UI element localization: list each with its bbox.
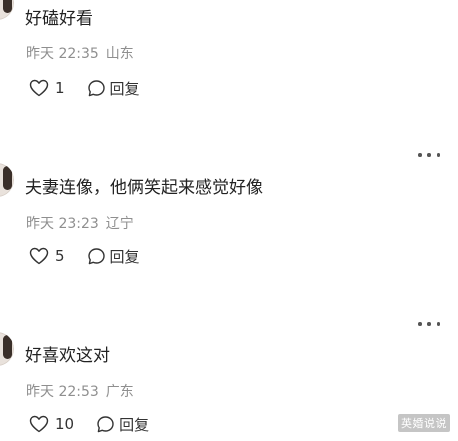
comment-text: 好磕好看 bbox=[25, 9, 93, 29]
comment-text: 好喜欢这对 bbox=[25, 346, 110, 366]
comment-location: 辽宁 bbox=[105, 216, 134, 232]
comment-actions: 10 回复 bbox=[29, 414, 149, 434]
heart-icon bbox=[29, 415, 49, 433]
reply-label: 回复 bbox=[109, 79, 140, 98]
comment-meta: 昨天 23:23 辽宁 bbox=[26, 215, 134, 233]
more-options-icon[interactable] bbox=[418, 150, 440, 160]
like-count: 10 bbox=[55, 415, 75, 433]
reply-label: 回复 bbox=[109, 247, 140, 266]
avatar[interactable] bbox=[0, 0, 14, 20]
comment-meta: 昨天 22:35 山东 bbox=[26, 45, 134, 63]
reply-button[interactable]: 回复 bbox=[87, 78, 140, 99]
watermark: 英婚说说 bbox=[398, 414, 450, 432]
avatar[interactable] bbox=[0, 163, 14, 197]
comment-time: 昨天 22:53 bbox=[26, 384, 99, 400]
comment-actions: 5 回复 bbox=[29, 246, 140, 266]
heart-icon bbox=[29, 79, 49, 97]
avatar[interactable] bbox=[0, 332, 14, 366]
reply-button[interactable]: 回复 bbox=[87, 246, 140, 267]
reply-label: 回复 bbox=[119, 415, 150, 434]
speech-bubble-icon bbox=[87, 247, 105, 264]
like-button[interactable]: 10 bbox=[29, 415, 74, 433]
like-count: 5 bbox=[55, 247, 65, 265]
like-button[interactable]: 1 bbox=[29, 79, 65, 97]
speech-bubble-icon bbox=[87, 79, 105, 96]
comment-text: 夫妻连像，他俩笑起来感觉好像 bbox=[25, 178, 263, 198]
like-button[interactable]: 5 bbox=[29, 247, 65, 265]
comment-actions: 1 回复 bbox=[29, 78, 140, 98]
more-options-icon[interactable] bbox=[418, 319, 440, 329]
comment-meta: 昨天 22:53 广东 bbox=[26, 383, 134, 401]
like-count: 1 bbox=[55, 79, 65, 97]
comment-location: 广东 bbox=[105, 384, 134, 400]
reply-button[interactable]: 回复 bbox=[96, 414, 149, 435]
speech-bubble-icon bbox=[97, 415, 114, 432]
heart-icon bbox=[29, 247, 49, 265]
comment-time: 昨天 23:23 bbox=[26, 216, 99, 232]
comment-location: 山东 bbox=[105, 46, 134, 62]
comment-time: 昨天 22:35 bbox=[26, 46, 99, 62]
